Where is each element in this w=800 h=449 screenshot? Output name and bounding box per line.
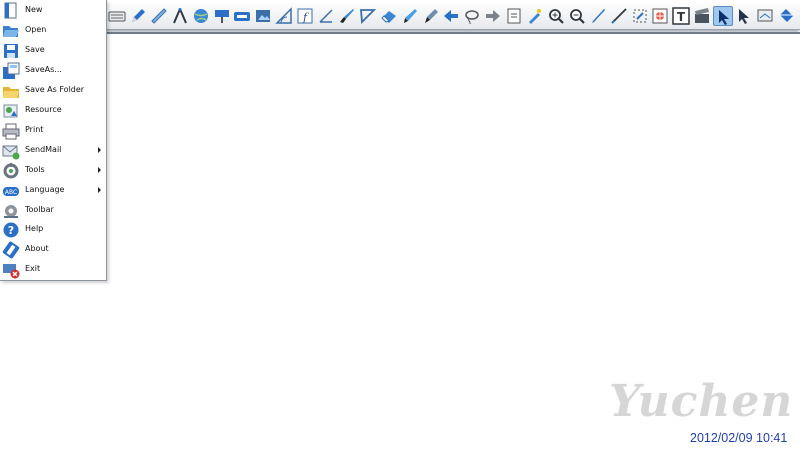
toolbar-gear-icon xyxy=(2,202,20,220)
zoom-in-tool-button[interactable] xyxy=(546,6,566,26)
text-tool-tool-button[interactable]: T xyxy=(671,6,691,26)
marker-tool-button[interactable] xyxy=(421,6,441,26)
svg-text:ABC: ABC xyxy=(5,189,17,196)
main-menu: New Open Save SaveAs... Save As Folder Resour… xyxy=(0,0,107,281)
thin-pen-tool-button[interactable] xyxy=(609,6,629,26)
menu-item-tools[interactable]: Tools xyxy=(0,161,106,181)
menu-item-exit[interactable]: Exit xyxy=(0,260,106,280)
about-icon xyxy=(2,241,20,259)
menu-item-print[interactable]: Print xyxy=(0,121,106,141)
submenu-arrow-icon xyxy=(98,147,101,153)
exit-icon xyxy=(2,261,20,279)
page-tool-button[interactable] xyxy=(504,6,524,26)
menu-item-label: SaveAs... xyxy=(25,65,62,74)
menu-item-label: Save As Folder xyxy=(25,85,85,94)
menu-item-label: Open xyxy=(25,25,47,34)
menu-item-save-as-folder[interactable]: Save As Folder xyxy=(0,81,106,101)
menu-item-language[interactable]: ABC Language xyxy=(0,181,106,201)
capture-tool-button[interactable] xyxy=(630,6,650,26)
menu-item-about[interactable]: About xyxy=(0,240,106,260)
submenu-arrow-icon xyxy=(98,187,101,193)
open-folder-icon xyxy=(2,22,20,40)
svg-text:?: ? xyxy=(8,224,14,237)
save-as-icon xyxy=(2,62,20,80)
screen-shade-tool-button[interactable] xyxy=(232,6,252,26)
color-picker-tool-button[interactable] xyxy=(650,6,670,26)
formula-tool-button[interactable]: f xyxy=(295,6,315,26)
send-mail-icon xyxy=(2,142,20,160)
menu-item-label: About xyxy=(25,244,49,253)
menu-item-label: Print xyxy=(25,125,44,134)
back-arrow-tool-button[interactable] xyxy=(441,6,461,26)
menu-item-open[interactable]: Open xyxy=(0,21,106,41)
angle-tool-button[interactable] xyxy=(316,6,336,26)
tools-icon xyxy=(2,162,20,180)
protractor-tool-button[interactable] xyxy=(274,6,294,26)
menu-item-label: Language xyxy=(25,185,65,194)
pen-tool-button[interactable] xyxy=(128,6,148,26)
resource-icon xyxy=(2,102,20,120)
pointer-tool-button[interactable] xyxy=(734,6,754,26)
set-square-tool-button[interactable] xyxy=(358,6,378,26)
clapper-tool-button[interactable] xyxy=(692,6,712,26)
menu-item-label: Exit xyxy=(25,264,41,273)
language-icon: ABC xyxy=(2,182,20,200)
menu-item-label: SendMail xyxy=(25,145,62,154)
forward-arrow-tool-button[interactable] xyxy=(483,6,503,26)
main-toolbar: fT xyxy=(103,3,800,34)
menu-item-label: Tools xyxy=(25,165,45,174)
keyboard-tool-button[interactable] xyxy=(107,6,127,26)
date-time-display: 2012/02/09 10:41 xyxy=(690,431,788,445)
spotlight-tool-button[interactable] xyxy=(212,6,232,26)
menu-item-save[interactable]: Save xyxy=(0,41,106,61)
save-disk-icon xyxy=(2,42,20,60)
fill-bucket-tool-button[interactable] xyxy=(776,6,796,26)
brush-tool-button[interactable] xyxy=(337,6,357,26)
highlighter-tool-button[interactable] xyxy=(400,6,420,26)
submenu-arrow-icon xyxy=(98,167,101,173)
menu-item-sendmail[interactable]: SendMail xyxy=(0,141,106,161)
new-document-icon xyxy=(2,2,20,20)
menu-item-label: New xyxy=(25,5,43,14)
screenshot-tool-button[interactable] xyxy=(253,6,273,26)
menu-item-help[interactable]: ? Help xyxy=(0,220,106,240)
globe-tool-button[interactable] xyxy=(191,6,211,26)
save-as-folder-icon xyxy=(2,82,20,100)
zoom-out-tool-button[interactable] xyxy=(567,6,587,26)
menu-item-new[interactable]: New xyxy=(0,1,106,21)
board-tool-button[interactable] xyxy=(755,6,775,26)
compass-tool-button[interactable] xyxy=(170,6,190,26)
magic-pen-tool-button[interactable] xyxy=(525,6,545,26)
menu-item-resource[interactable]: Resource xyxy=(0,101,106,121)
menu-item-label: Resource xyxy=(25,105,62,114)
svg-text:T: T xyxy=(677,10,686,24)
help-icon: ? xyxy=(2,221,20,239)
menu-item-label: Help xyxy=(25,224,44,233)
menu-item-label: Toolbar xyxy=(25,205,54,214)
printer-icon xyxy=(2,122,20,140)
eraser-tool-button[interactable] xyxy=(379,6,399,26)
menu-item-saveas[interactable]: SaveAs... xyxy=(0,61,106,81)
whiteboard-app: fT New Open Save SaveAs... Save As Folder Res… xyxy=(0,0,800,449)
lasso-tool-button[interactable] xyxy=(462,6,482,26)
ruler-tool-button[interactable] xyxy=(149,6,169,26)
select-pointer-tool-button[interactable] xyxy=(713,6,734,26)
pencil-tool-button[interactable] xyxy=(588,6,608,26)
menu-item-toolbar[interactable]: Toolbar xyxy=(0,201,106,221)
menu-item-label: Save xyxy=(25,45,45,54)
brand-watermark: Yuchen xyxy=(609,376,794,427)
